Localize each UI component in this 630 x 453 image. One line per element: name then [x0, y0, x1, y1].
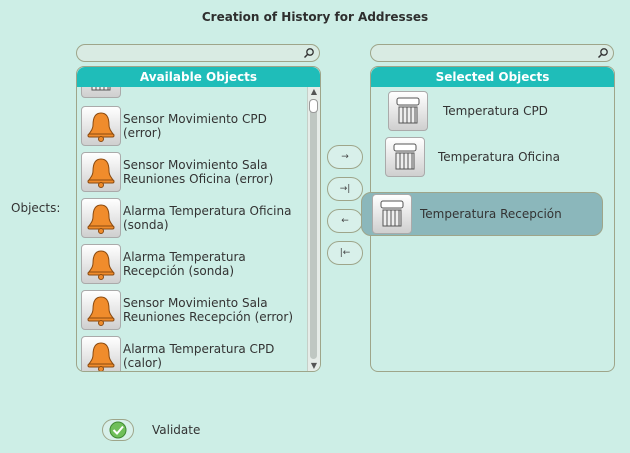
checkmark-icon — [109, 421, 127, 439]
list-item-label: Temperatura Recepción — [420, 207, 562, 221]
validate-button[interactable] — [102, 419, 134, 441]
bell-icon — [81, 290, 121, 330]
bell-icon — [81, 198, 121, 238]
arrow-left-end-icon: |← — [339, 248, 351, 258]
remove-button[interactable]: ← — [327, 209, 363, 233]
list-item-label: Sensor Movimiento CPD (error) — [123, 112, 267, 140]
bell-icon — [81, 152, 121, 192]
available-search-input[interactable] — [76, 44, 320, 62]
list-item[interactable]: Temperatura CPD — [388, 89, 588, 133]
list-item[interactable]: Temperatura Oficina — [385, 135, 585, 179]
scroll-up-arrow-icon[interactable]: ▲ — [308, 87, 320, 97]
add-button[interactable]: → — [327, 145, 363, 169]
available-scrollbar[interactable]: ▲ ▼ — [307, 87, 320, 371]
list-item[interactable]: Sensor Movimiento Sala Reuniones Recepci… — [81, 289, 305, 331]
search-icon[interactable] — [597, 47, 609, 59]
list-item-partial[interactable] — [81, 87, 305, 99]
list-item-label: Sensor Movimiento Sala Reuniones Oficina… — [123, 158, 274, 186]
list-item[interactable]: Sensor Movimiento CPD (error) — [81, 105, 305, 147]
selected-objects-header: Selected Objects — [371, 67, 614, 87]
heater-icon — [81, 87, 121, 98]
arrow-right-end-icon: →| — [339, 184, 351, 194]
search-icon[interactable] — [303, 47, 315, 59]
list-item-label: Alarma Temperatura Recepción (sonda) — [123, 250, 246, 278]
available-objects-panel: Available Objects Sensor Movimiento CPD … — [76, 66, 321, 372]
list-item[interactable]: Alarma Temperatura CPD (calor) — [81, 335, 305, 371]
bell-icon — [81, 106, 121, 146]
scroll-down-arrow-icon[interactable]: ▼ — [308, 361, 320, 371]
bell-icon — [81, 336, 121, 371]
arrow-left-icon: ← — [341, 216, 349, 226]
validate-label: Validate — [152, 423, 201, 437]
list-item-label: Alarma Temperatura CPD (calor) — [123, 342, 275, 370]
available-objects-list: Sensor Movimiento CPD (error) Sensor Movi… — [77, 87, 320, 371]
scroll-thumb[interactable] — [309, 99, 318, 113]
bell-icon — [81, 244, 121, 284]
list-item[interactable]: Alarma Temperatura Recepción (sonda) — [81, 243, 305, 285]
list-item-label: Temperatura Oficina — [438, 150, 560, 164]
scroll-track[interactable] — [310, 99, 317, 359]
remove-all-button[interactable]: |← — [327, 241, 363, 265]
add-all-button[interactable]: →| — [327, 177, 363, 201]
list-item[interactable]: Sensor Movimiento Sala Reuniones Oficina… — [81, 151, 305, 193]
heater-icon — [385, 137, 425, 177]
list-item[interactable]: Alarma Temperatura Oficina (sonda) — [81, 197, 305, 239]
list-item-label: Sensor Movimiento Sala Reuniones Recepci… — [123, 296, 294, 324]
selected-search-input[interactable] — [370, 44, 614, 62]
page-title: Creation of History for Addresses — [201, 10, 429, 24]
available-objects-header: Available Objects — [77, 67, 320, 87]
list-item-selected[interactable]: Temperatura Recepción — [361, 192, 603, 236]
heater-icon — [372, 194, 412, 234]
list-item-label: Temperatura CPD — [443, 104, 548, 118]
list-item-label: Alarma Temperatura Oficina (sonda) — [123, 204, 292, 232]
arrow-right-icon: → — [341, 152, 349, 162]
objects-label: Objects: — [11, 201, 61, 215]
heater-icon — [388, 91, 428, 131]
